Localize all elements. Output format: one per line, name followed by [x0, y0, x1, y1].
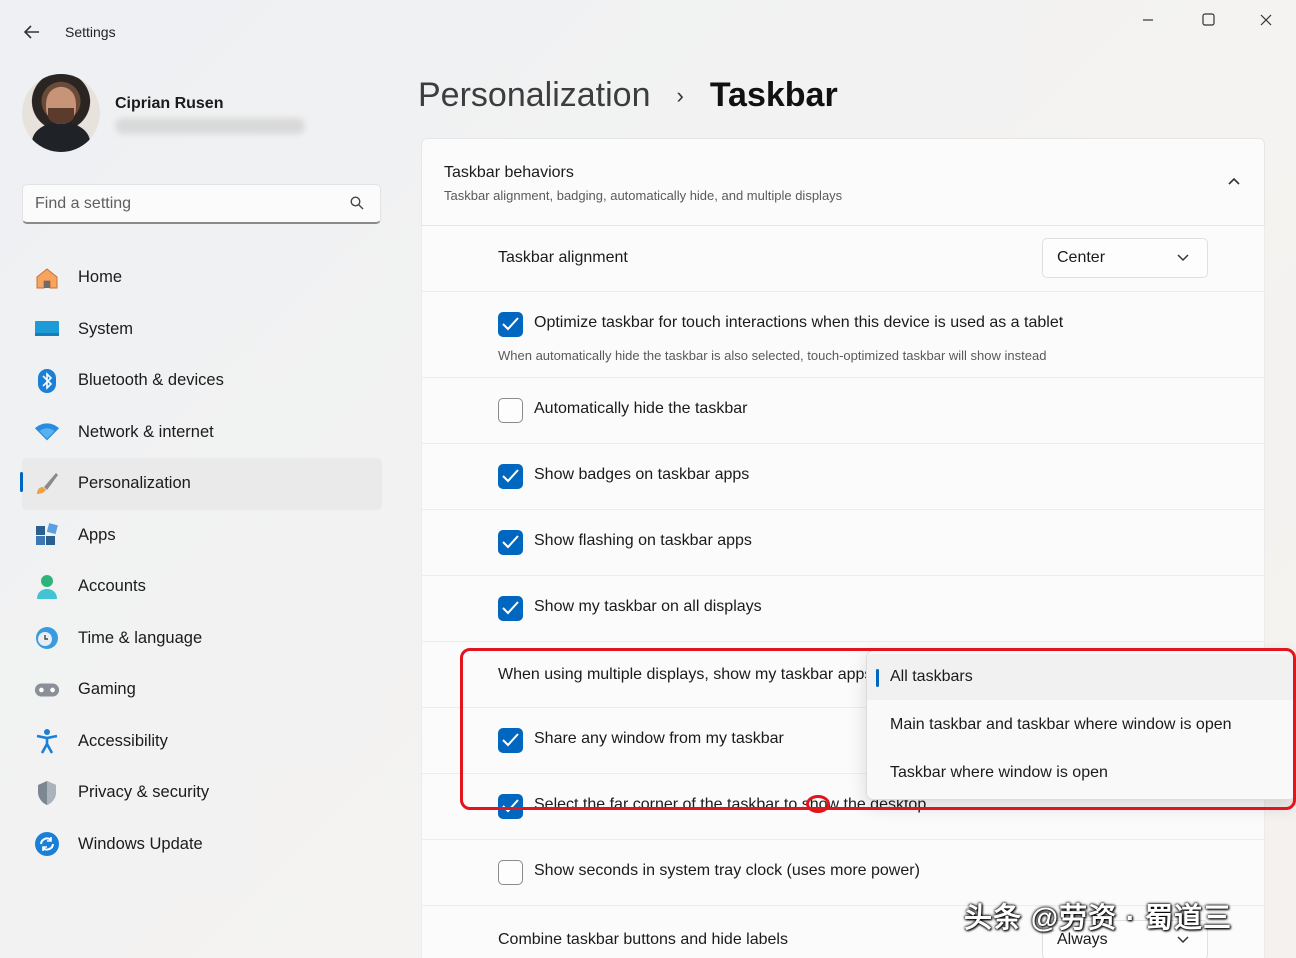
close-button[interactable] [1246, 8, 1286, 36]
badges-checkbox[interactable] [498, 464, 523, 489]
far-corner-checkbox[interactable] [498, 794, 523, 819]
arrow-left-icon [23, 25, 39, 39]
checkmark-icon [502, 799, 519, 813]
breadcrumb-separator: › [676, 82, 684, 108]
sidebar-item-network-internet[interactable]: Network & internet [22, 407, 382, 459]
checkmark-icon [502, 535, 519, 549]
chevron-down-icon [1177, 936, 1189, 944]
sidebar-item-system[interactable]: System [22, 304, 382, 356]
menu-option-window-open[interactable]: Taskbar where window is open [867, 750, 1296, 796]
checkmark-icon [502, 601, 519, 615]
user-name: Ciprian Rusen [115, 95, 224, 112]
section-title: Taskbar behaviors [444, 164, 574, 181]
checkmark-icon [502, 733, 519, 747]
row-auto-hide: Automatically hide the taskbar [421, 378, 1265, 444]
row-show-flashing: Show flashing on taskbar apps [421, 510, 1265, 576]
home-icon [34, 265, 60, 291]
back-button[interactable] [18, 18, 46, 46]
multi-display-options-menu: All taskbars Main taskbar and taskbar wh… [866, 650, 1296, 800]
auto-hide-checkbox[interactable] [498, 398, 523, 423]
section-header[interactable]: Taskbar behaviors Taskbar alignment, bad… [421, 138, 1265, 226]
sidebar-item-apps[interactable]: Apps [22, 510, 382, 562]
gamepad-icon [34, 677, 60, 703]
settings-window: Settings Ciprian Rusen Home System [0, 0, 1296, 958]
sidebar-item-accounts[interactable]: Accounts [22, 561, 382, 613]
maximize-button[interactable] [1188, 8, 1228, 36]
flashing-checkbox[interactable] [498, 530, 523, 555]
row-show-badges: Show badges on taskbar apps [421, 444, 1265, 510]
sidebar-item-privacy-security[interactable]: Privacy & security [22, 767, 382, 819]
wifi-icon [34, 419, 60, 445]
close-icon [1260, 14, 1272, 26]
sidebar-item-bluetooth-devices[interactable]: Bluetooth & devices [22, 355, 382, 407]
minimize-button[interactable] [1128, 8, 1168, 36]
search-input[interactable] [35, 193, 335, 215]
taskbar-behaviors-panel: Taskbar behaviors Taskbar alignment, bad… [421, 138, 1265, 958]
page-title: Taskbar [709, 76, 838, 114]
watermark: 头条 @劳资 · 蜀道三 [964, 902, 1232, 933]
sidebar-item-time-language[interactable]: Time & language [22, 613, 382, 665]
show-seconds-checkbox[interactable] [498, 860, 523, 885]
sidebar-item-home[interactable]: Home [22, 252, 382, 304]
app-title: Settings [65, 24, 116, 40]
sidebar-item-accessibility[interactable]: Accessibility [22, 716, 382, 768]
bluetooth-icon [34, 368, 60, 394]
row-all-displays: Show my taskbar on all displays [421, 576, 1265, 642]
update-icon [34, 831, 60, 857]
chevron-up-icon[interactable] [1224, 171, 1244, 191]
active-indicator [20, 472, 23, 492]
title-bar: Settings [0, 0, 1296, 56]
menu-option-main-and-window[interactable]: Main taskbar and taskbar where window is… [867, 702, 1296, 748]
monitor-icon [34, 316, 60, 342]
section-subtitle: Taskbar alignment, badging, automaticall… [444, 188, 843, 203]
alignment-dropdown[interactable]: Center [1042, 238, 1208, 278]
row-touch-optimize: Optimize taskbar for touch interactions … [421, 292, 1265, 378]
search-icon[interactable] [350, 196, 364, 210]
breadcrumb-parent[interactable]: Personalization [418, 76, 650, 115]
maximize-icon [1201, 13, 1215, 26]
minimize-icon [1143, 19, 1153, 21]
checkmark-icon [502, 469, 519, 483]
clock-globe-icon [34, 625, 60, 651]
row-taskbar-alignment: Taskbar alignment Center [421, 226, 1265, 292]
touch-optimize-checkbox[interactable] [498, 312, 523, 337]
user-email-blurred [115, 118, 305, 134]
sidebar-item-personalization[interactable]: Personalization [20, 458, 382, 510]
sidebar-item-gaming[interactable]: Gaming [22, 664, 382, 716]
sidebar-item-windows-update[interactable]: Windows Update [22, 819, 382, 871]
paintbrush-icon [34, 471, 60, 497]
share-window-checkbox[interactable] [498, 728, 523, 753]
all-displays-checkbox[interactable] [498, 596, 523, 621]
menu-option-all-taskbars[interactable]: All taskbars [867, 654, 1296, 700]
sidebar-nav: Home System Bluetooth & devices Network … [20, 252, 382, 871]
search-box[interactable] [22, 184, 381, 224]
breadcrumb: Personalization › Taskbar [418, 76, 838, 115]
shield-icon [34, 780, 60, 806]
selection-indicator [876, 669, 879, 687]
apps-icon [34, 522, 60, 548]
accessibility-icon [34, 728, 60, 754]
avatar[interactable] [22, 74, 100, 152]
checkmark-icon [502, 317, 519, 331]
person-icon [34, 574, 60, 600]
chevron-down-icon [1177, 254, 1189, 262]
